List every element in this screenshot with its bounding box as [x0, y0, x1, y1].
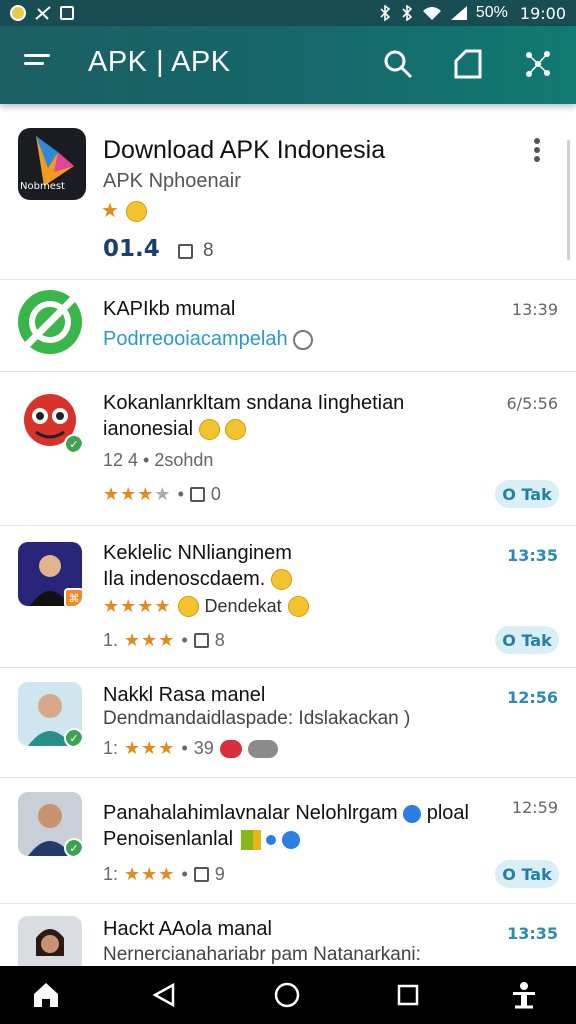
item-time: 6/5:56 [506, 394, 559, 413]
list-item[interactable]: Hackt AAola manal Nernercianahariabr pam… [0, 904, 576, 966]
more-options-icon[interactable] [534, 138, 542, 164]
item-rating-row: ★★★★ • 0 [103, 484, 221, 504]
star-rating: ★★★ [124, 864, 176, 884]
list-item[interactable]: ⌘ Keklelic NNlianginem Ila indenoscdaem.… [0, 526, 576, 668]
item-subtitle: Nernercianahariabr pam Natanarkani: [103, 944, 421, 965]
item-title-line2: Ila indenoscdaem. [103, 568, 292, 591]
app-badges: ★ [101, 198, 147, 223]
verified-badge-icon: ✓ [64, 838, 82, 856]
verified-badge-icon: ✓ [64, 434, 82, 452]
cell-signal-icon [450, 6, 467, 20]
app-icon: ✓ [18, 682, 82, 746]
item-title: Nakkl Rasa manel [103, 684, 266, 706]
verified-icon [281, 830, 300, 849]
item-time: 13:39 [511, 300, 558, 319]
wifi-icon [422, 7, 441, 20]
item-subtitle: Dendmandaidlaspade: Idslakackan ) [103, 708, 411, 729]
item-rating-row: ★★★★ Dendekat [103, 596, 309, 617]
item-title-line2: ianonesial [103, 418, 247, 441]
emoji-icon [293, 329, 314, 350]
featured-app-card[interactable]: Nobmest Download APK Indonesia APK Nphoe… [0, 104, 576, 280]
app-title: Download APK Indonesia [103, 136, 386, 164]
signal-off-icon [35, 6, 51, 20]
badge-icon: ⌘ [64, 588, 82, 606]
item-subtitle: Penoisenlanlal [103, 828, 300, 851]
home-icon[interactable] [30, 979, 62, 1011]
clock: 19:00 [519, 3, 566, 23]
tag-icon[interactable] [450, 46, 486, 82]
accessibility-icon[interactable] [508, 979, 540, 1011]
search-icon[interactable] [380, 46, 416, 82]
navigation-bar [0, 966, 576, 1024]
action-button[interactable]: O Tak [495, 626, 559, 654]
comment-icon [193, 867, 209, 882]
bluetooth-icon [380, 5, 391, 21]
comment-icon [193, 633, 209, 648]
dot-icon [266, 834, 277, 845]
bluetooth-icon [402, 5, 413, 21]
app-icon [18, 290, 82, 354]
app-icon: ✓ [18, 792, 82, 856]
item-title: Kokanlanrkltam sndana Iinghetian [103, 392, 405, 414]
emoji-icon [270, 569, 292, 591]
scrollbar[interactable] [567, 140, 570, 260]
flag-icon [240, 829, 253, 850]
app-icon [18, 916, 82, 966]
item-title: Keklelic NNlianginem [103, 542, 292, 564]
emoji-icon [198, 419, 220, 441]
app-icon: ⌘ [18, 542, 82, 606]
item-meta: 12 4 • 2sohdn [103, 450, 214, 470]
list-item[interactable]: ✓ Panahalahimlavnalar Nelohlrgam ploal P… [0, 778, 576, 904]
app-icon: ✓ [18, 388, 82, 452]
image-icon [60, 6, 74, 20]
verified-badge-icon: ✓ [64, 728, 82, 746]
app-title: APK | APK [88, 46, 231, 78]
home-circle-icon[interactable] [271, 979, 303, 1011]
status-bar: 50% 19:00 [0, 0, 576, 26]
item-meta: 1. ★★★ • 8 [103, 630, 225, 650]
item-title: KAPIkb mumal [103, 298, 236, 320]
app-bar: APK | APK [0, 26, 576, 104]
comment-count: 8 [178, 240, 214, 262]
notification-icon [10, 5, 26, 21]
list-item[interactable]: ✓ Nakkl Rasa manel Dendmandaidlaspade: I… [0, 668, 576, 778]
action-button[interactable]: O Tak [495, 480, 559, 508]
tag-icon [247, 739, 278, 758]
menu-icon[interactable] [24, 54, 50, 74]
list-item[interactable]: KAPIkb mumal Podrreooiacampelah 13:39 [0, 280, 576, 372]
star-rating: ★★★ [124, 630, 176, 650]
item-meta: 1: ★★★ • 9 [103, 864, 225, 884]
star-rating: ★★★★ [103, 596, 172, 616]
comment-icon [189, 487, 205, 502]
battery-text: 50% [475, 4, 508, 21]
verified-icon [403, 804, 422, 823]
star-rating: ★★★ [124, 738, 176, 758]
app-rating: 01.4 [103, 236, 160, 262]
comment-icon [178, 243, 193, 259]
app-logo: Nobmest [18, 128, 86, 200]
action-button[interactable]: O Tak [495, 860, 559, 888]
item-subtitle: Podrreooiacampelah [103, 328, 314, 351]
item-meta: 1: ★★★ • 39 [103, 738, 278, 759]
app-logo-text: Nobmest [20, 181, 65, 192]
app-subtitle: APK Nphoenair [103, 170, 241, 192]
item-time: 13:35 [507, 546, 558, 565]
emoji-icon [125, 201, 147, 223]
item-time: 12:59 [511, 798, 558, 817]
item-title: Panahalahimlavnalar Nelohlrgam ploal [103, 802, 469, 824]
back-icon[interactable] [148, 979, 180, 1011]
emoji-icon [225, 419, 247, 441]
emoji-icon [177, 596, 199, 617]
emoji-icon [287, 596, 309, 617]
recents-icon[interactable] [392, 979, 424, 1011]
item-title: Hackt AAola manal [103, 918, 272, 940]
list-item[interactable]: ✓ Kokanlanrkltam sndana Iinghetian ianon… [0, 372, 576, 526]
star-icon: ★ [101, 200, 120, 222]
item-time: 13:35 [507, 924, 558, 943]
tag-icon [219, 739, 242, 758]
item-time: 12:56 [507, 688, 558, 707]
scatter-icon[interactable] [520, 46, 556, 82]
star-rating: ★★★★ [103, 484, 172, 504]
